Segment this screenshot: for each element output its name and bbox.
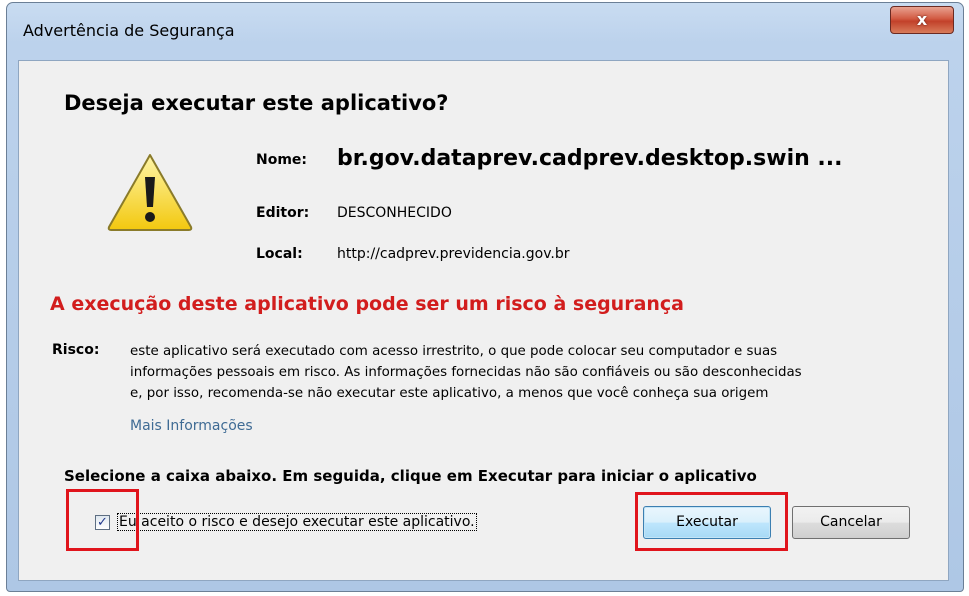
location-value: http://cadprev.previdencia.gov.br: [337, 246, 570, 262]
run-button[interactable]: Executar: [643, 506, 771, 539]
close-icon: x: [916, 10, 928, 29]
name-value: br.gov.dataprev.cadprev.desktop.swin ...: [337, 146, 843, 171]
cancel-button[interactable]: Cancelar: [792, 506, 910, 539]
instruction-text: Selecione a caixa abaixo. Em seguida, cl…: [64, 467, 757, 485]
risk-line: e, por isso, recomenda-se não executar e…: [130, 386, 769, 401]
title-bar[interactable]: Advertência de Segurança x: [7, 3, 963, 61]
accept-risk-checkbox[interactable]: ✓: [95, 515, 110, 530]
checkmark-icon: ✓: [97, 515, 108, 530]
risk-line: informações pessoais em risco. As inform…: [130, 365, 802, 380]
name-label: Nome:: [256, 152, 308, 168]
publisher-label: Editor:: [256, 205, 310, 221]
security-warning-window: Advertência de Segurança x Deseja execut…: [6, 2, 964, 592]
risk-label: Risco:: [52, 342, 100, 358]
dialog-body: Deseja executar este aplicativo? Nome: b…: [18, 60, 949, 581]
risk-description: este aplicativo será executado com acess…: [130, 341, 945, 404]
risk-heading: A execução deste aplicativo pode ser um …: [50, 293, 685, 315]
dialog-heading: Deseja executar este aplicativo?: [64, 91, 449, 115]
warning-icon: [107, 154, 193, 231]
accept-risk-label[interactable]: Eu aceito o risco e desejo executar este…: [117, 513, 477, 531]
risk-line: este aplicativo será executado com acess…: [130, 344, 778, 359]
location-label: Local:: [256, 246, 303, 262]
window-title: Advertência de Segurança: [23, 21, 235, 40]
publisher-value: DESCONHECIDO: [337, 205, 452, 221]
more-info-link[interactable]: Mais Informações: [130, 418, 253, 434]
close-button[interactable]: x: [890, 6, 954, 34]
